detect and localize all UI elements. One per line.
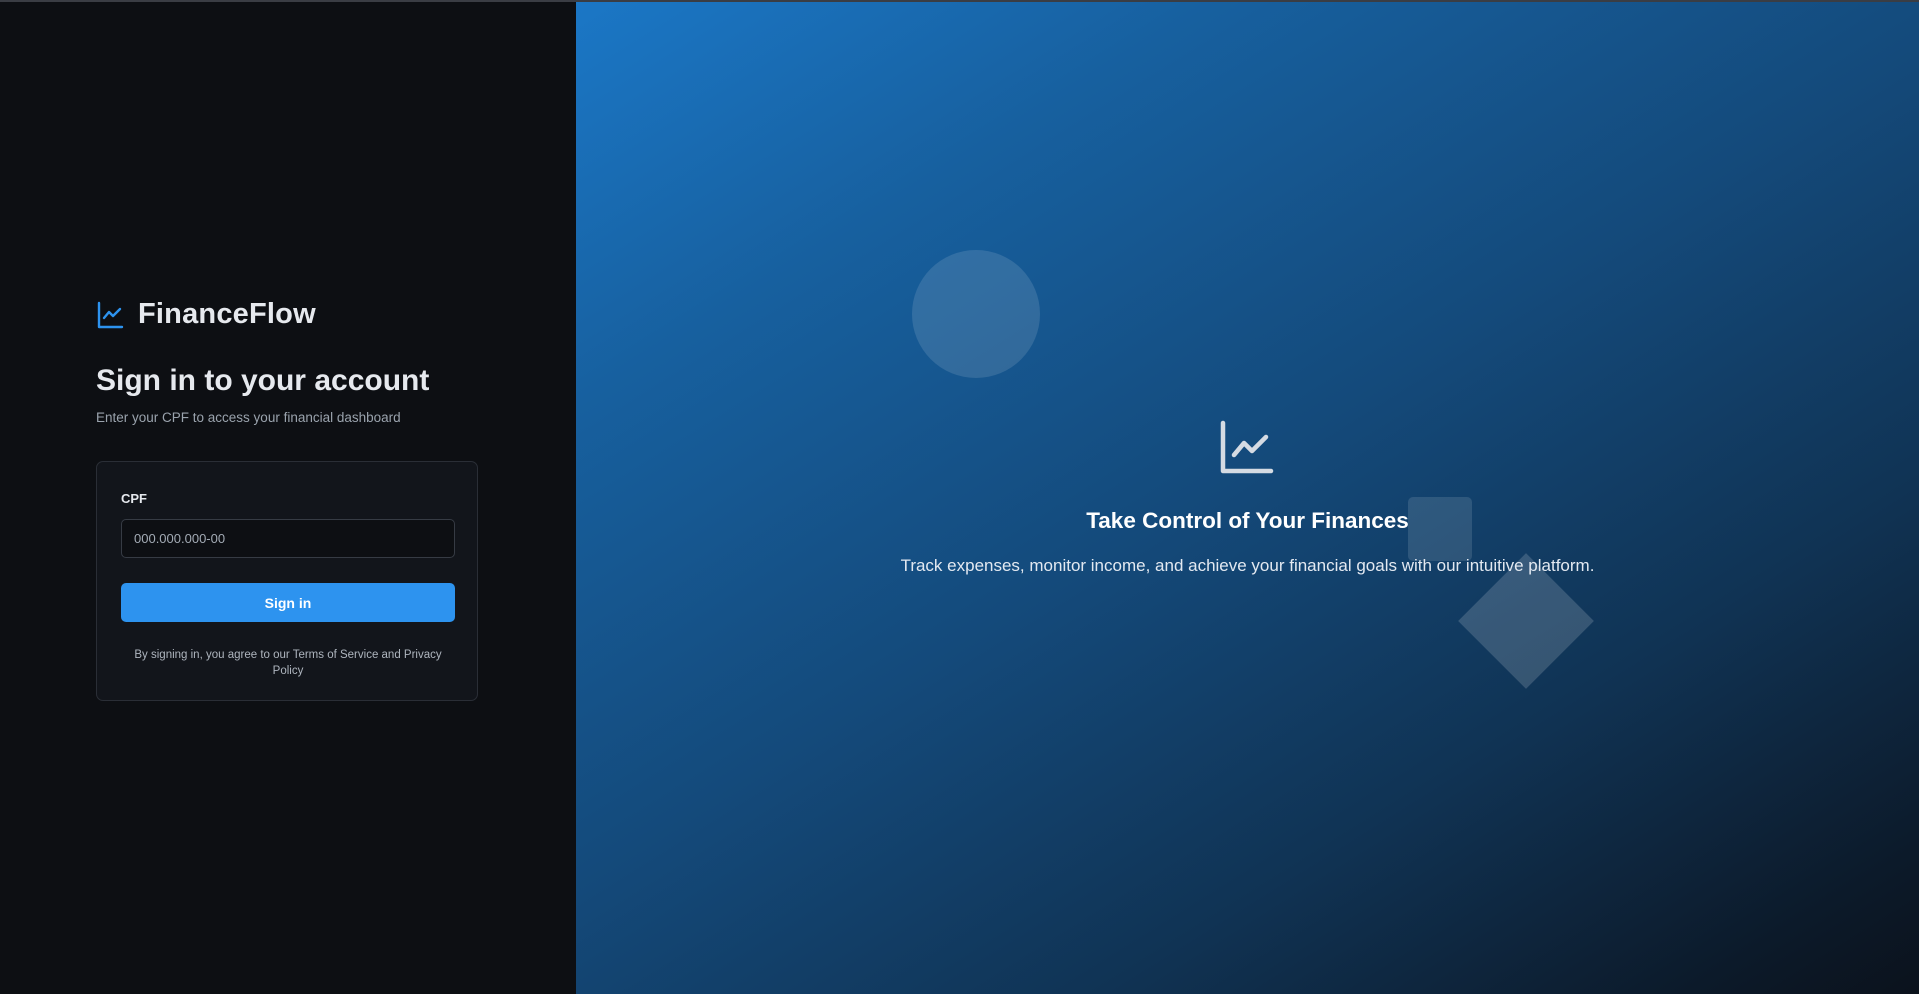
sign-in-button[interactable]: Sign in [121,583,455,622]
terms-notice: By signing in, you agree to our Terms of… [134,649,442,677]
page-title: Sign in to your account [96,364,430,397]
decorative-circle [912,250,1040,378]
signin-panel: FinanceFlow Sign in to your account Ente… [0,2,576,994]
cpf-label: CPF [121,491,147,506]
hero-panel: Take Control of Your Finances Track expe… [576,2,1919,994]
hero-description: Track expenses, monitor income, and achi… [900,556,1595,575]
brand-name: FinanceFlow [138,298,316,330]
page-subtitle: Enter your CPF to access your financial … [96,410,401,425]
cpf-input[interactable] [121,519,455,558]
line-chart-icon [97,301,124,328]
brand-logo: FinanceFlow [96,298,316,331]
signin-form-card: CPF Sign in By signing in, you agree to … [96,461,478,701]
hero-title: Take Control of Your Finances [1086,508,1409,533]
line-chart-icon [1220,420,1274,474]
